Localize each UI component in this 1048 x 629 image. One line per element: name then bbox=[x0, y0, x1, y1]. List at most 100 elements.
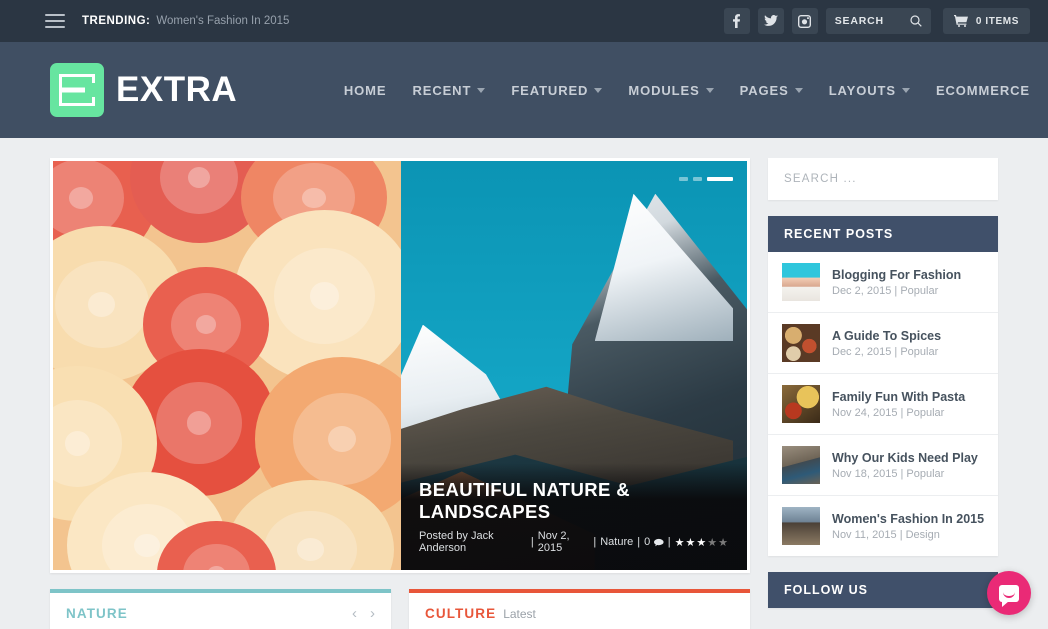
featured-primary-post[interactable]: BEAUTIFUL NATURE & LANDSCAPES Posted by … bbox=[401, 161, 747, 570]
hamburger-icon[interactable] bbox=[45, 14, 65, 28]
list-item[interactable]: A Guide To Spices Dec 2, 2015 | Popular bbox=[768, 313, 998, 374]
cart-icon bbox=[953, 15, 968, 27]
category-modules-row: NATURE ‹ › CULTURE Latest bbox=[50, 589, 750, 629]
list-item[interactable]: Family Fun With Pasta Nov 24, 2015 | Pop… bbox=[768, 374, 998, 435]
site-logo[interactable]: EXTRA bbox=[50, 63, 237, 117]
facebook-icon[interactable] bbox=[723, 8, 750, 34]
nav-item-recent[interactable]: RECENT bbox=[412, 82, 486, 98]
post-thumbnail bbox=[782, 263, 820, 301]
nav-label: FEATURED bbox=[511, 82, 589, 98]
chevron-down-icon bbox=[594, 87, 603, 93]
stars-empty: ★★ bbox=[707, 536, 729, 549]
sidebar-search-field[interactable]: SEARCH ... bbox=[768, 158, 998, 200]
list-item[interactable]: Women's Fashion In 2015 Nov 11, 2015 | D… bbox=[768, 496, 998, 556]
nav-item-layouts[interactable]: LAYOUTS bbox=[829, 83, 910, 98]
recent-posts-list: Blogging For Fashion Dec 2, 2015 | Popul… bbox=[768, 252, 998, 556]
hamburger-bar bbox=[45, 26, 65, 28]
slider-dot[interactable] bbox=[679, 177, 688, 181]
chevron-down-icon bbox=[901, 87, 910, 93]
chevron-down-icon bbox=[794, 87, 803, 93]
slider-dot[interactable] bbox=[693, 177, 702, 181]
post-text: Women's Fashion In 2015 Nov 11, 2015 | D… bbox=[832, 512, 984, 541]
post-date: Dec 2, 2015 bbox=[832, 345, 892, 358]
follow-us-heading: FOLLOW US bbox=[784, 583, 868, 597]
post-text: Family Fun With Pasta Nov 24, 2015 | Pop… bbox=[832, 390, 965, 419]
top-bar: TRENDING: Women's Fashion In 2015 SEARCH… bbox=[0, 0, 1048, 42]
featured-comment-count: 0 bbox=[644, 536, 651, 548]
comment-bubble-icon bbox=[654, 538, 664, 546]
module-nature: NATURE ‹ › bbox=[50, 589, 391, 629]
featured-post-title[interactable]: BEAUTIFUL NATURE & LANDSCAPES bbox=[419, 479, 729, 523]
module-culture-header: CULTURE Latest bbox=[409, 593, 750, 629]
post-title[interactable]: Why Our Kids Need Play bbox=[832, 451, 978, 465]
slider-dot-active[interactable] bbox=[707, 177, 733, 181]
search-button-label: SEARCH bbox=[834, 15, 884, 27]
nav-item-modules[interactable]: MODULES bbox=[628, 82, 714, 98]
featured-category[interactable]: Nature bbox=[600, 536, 633, 548]
meta-separator: | bbox=[900, 467, 904, 480]
post-thumbnail bbox=[782, 324, 820, 362]
post-category[interactable]: Popular bbox=[906, 468, 944, 480]
nav-label: LAYOUTS bbox=[828, 82, 896, 98]
meta-separator: | bbox=[593, 536, 597, 548]
post-text: Blogging For Fashion Dec 2, 2015 | Popul… bbox=[832, 268, 961, 297]
featured-author: Posted by Jack Anderson bbox=[419, 530, 494, 554]
star-rating: ★★★★★ bbox=[675, 536, 729, 549]
meta-separator: | bbox=[899, 528, 903, 541]
post-category[interactable]: Popular bbox=[900, 346, 938, 358]
nav-item-home[interactable]: HOME bbox=[344, 83, 387, 98]
meta-separator: | bbox=[530, 536, 534, 548]
instagram-icon[interactable] bbox=[791, 8, 818, 34]
twitter-icon[interactable] bbox=[757, 8, 784, 34]
post-date: Nov 18, 2015 bbox=[832, 467, 898, 480]
nav-item-pages[interactable]: PAGES bbox=[740, 83, 803, 98]
post-category[interactable]: Design bbox=[906, 529, 940, 541]
top-bar-right: SEARCH 0 ITEMS bbox=[723, 8, 1030, 34]
recent-posts-widget: RECENT POSTS Blogging For Fashion Dec 2,… bbox=[768, 216, 998, 556]
follow-us-widget: FOLLOW US bbox=[768, 572, 998, 608]
post-title[interactable]: Women's Fashion In 2015 bbox=[832, 512, 984, 526]
post-category[interactable]: Popular bbox=[900, 285, 938, 297]
post-title[interactable]: A Guide To Spices bbox=[832, 329, 941, 343]
search-button[interactable]: SEARCH bbox=[825, 8, 931, 34]
roses-photo bbox=[53, 161, 401, 570]
nav-item-ecommerce[interactable]: ECOMMERCE bbox=[936, 83, 1030, 98]
post-title[interactable]: Blogging For Fashion bbox=[832, 268, 961, 282]
list-item[interactable]: Blogging For Fashion Dec 2, 2015 | Popul… bbox=[768, 252, 998, 313]
post-thumbnail bbox=[782, 507, 820, 545]
nav-label: RECENT bbox=[412, 82, 472, 98]
nav-label: MODULES bbox=[628, 82, 700, 98]
module-nature-title: NATURE bbox=[66, 606, 128, 621]
logo-text: EXTRA bbox=[116, 70, 238, 109]
meta-separator: | bbox=[667, 536, 671, 548]
meta-separator: | bbox=[894, 345, 898, 358]
nav-label: HOME bbox=[343, 82, 387, 98]
follow-us-header: FOLLOW US bbox=[768, 572, 998, 608]
post-title[interactable]: Family Fun With Pasta bbox=[832, 390, 965, 404]
meta-separator: | bbox=[637, 536, 641, 548]
nav-label: PAGES bbox=[739, 82, 789, 98]
cart-button[interactable]: 0 ITEMS bbox=[942, 8, 1030, 34]
post-date: Dec 2, 2015 bbox=[832, 284, 892, 297]
chevron-right-icon[interactable]: › bbox=[370, 606, 375, 621]
post-meta: Dec 2, 2015 | Popular bbox=[832, 285, 961, 297]
chevron-left-icon[interactable]: ‹ bbox=[352, 606, 357, 621]
recent-posts-header: RECENT POSTS bbox=[768, 216, 998, 252]
post-thumbnail bbox=[782, 385, 820, 423]
module-culture-subtitle[interactable]: Latest bbox=[503, 607, 536, 621]
module-culture-title: CULTURE bbox=[425, 606, 497, 621]
extra-logo-mark-icon bbox=[50, 63, 104, 117]
hamburger-bar bbox=[45, 14, 65, 16]
nav-label: ECOMMERCE bbox=[935, 82, 1030, 98]
stars-filled: ★★ bbox=[674, 536, 697, 549]
featured-secondary-post[interactable] bbox=[53, 161, 401, 570]
post-category[interactable]: Popular bbox=[906, 407, 944, 419]
nav-item-featured[interactable]: FEATURED bbox=[511, 82, 603, 98]
meta-separator: | bbox=[894, 284, 898, 297]
cart-count-label: 0 ITEMS bbox=[975, 15, 1019, 27]
trending-headline[interactable]: Women's Fashion In 2015 bbox=[156, 15, 289, 27]
module-nature-arrows: ‹ › bbox=[352, 606, 375, 621]
list-item[interactable]: Why Our Kids Need Play Nov 18, 2015 | Po… bbox=[768, 435, 998, 496]
chat-widget-button[interactable] bbox=[987, 571, 1031, 615]
chevron-down-icon bbox=[477, 87, 486, 93]
